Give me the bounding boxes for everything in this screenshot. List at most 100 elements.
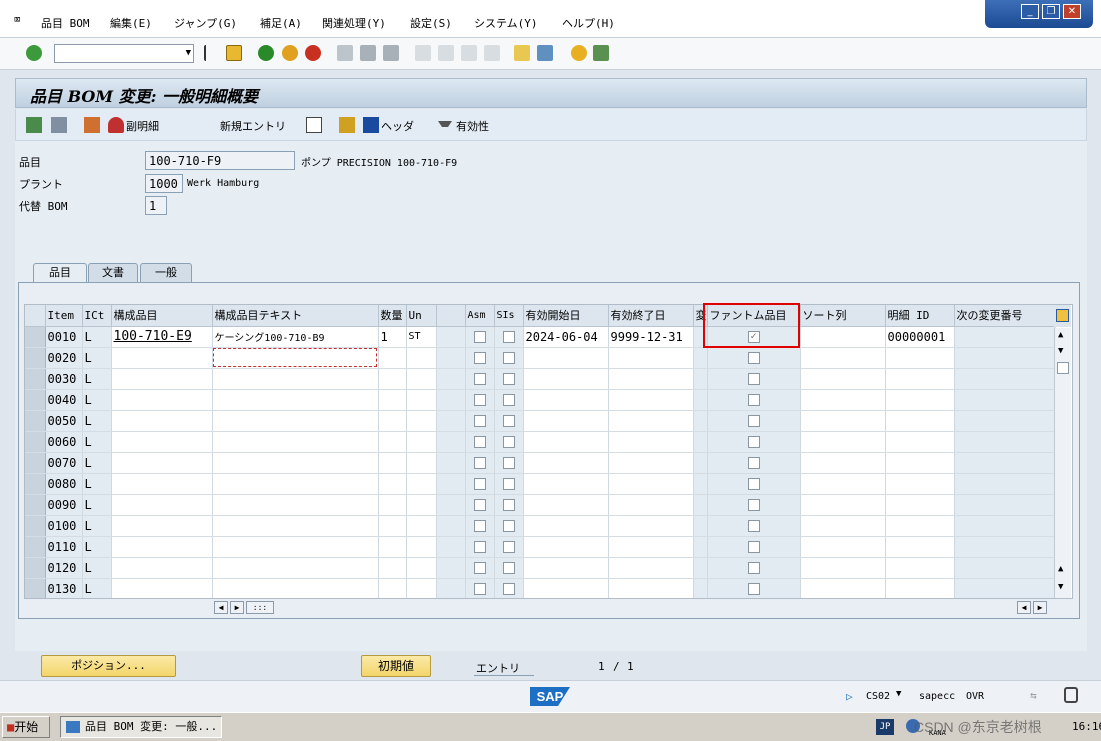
cell-quantity[interactable] bbox=[378, 452, 407, 474]
table-row[interactable]: 0010 L 100-710-E9 ケーシング100-710-B9 1 ST 2024-06… bbox=[25, 326, 1056, 348]
cancel-icon[interactable] bbox=[305, 45, 321, 61]
column-header-ict[interactable]: ICt bbox=[82, 305, 112, 327]
cell-valid-to[interactable] bbox=[608, 536, 694, 558]
previous-page-icon[interactable] bbox=[438, 45, 454, 61]
column-header-sort-string[interactable]: ソート列 bbox=[800, 305, 886, 327]
table-row[interactable]: 0030 L bbox=[25, 368, 1056, 390]
cell-asm[interactable] bbox=[465, 515, 495, 537]
checkbox[interactable] bbox=[473, 457, 486, 469]
scroll-right-icon[interactable]: ▶ bbox=[1033, 601, 1047, 614]
scroll-up-icon[interactable]: ▲ bbox=[1058, 330, 1063, 340]
start-button[interactable]: ■开始 bbox=[2, 716, 50, 738]
cell-component-text[interactable] bbox=[212, 536, 379, 558]
cell-component[interactable] bbox=[111, 578, 213, 598]
phantom-checkbox[interactable] bbox=[747, 520, 760, 532]
minimize-icon[interactable]: _ bbox=[1021, 4, 1039, 19]
cell-quantity[interactable]: 1 bbox=[378, 326, 407, 348]
table-row[interactable]: 0120 L bbox=[25, 557, 1056, 579]
cell-phantom[interactable] bbox=[707, 431, 801, 453]
cell-unit[interactable] bbox=[406, 557, 437, 579]
cell-valid-from[interactable] bbox=[523, 494, 609, 516]
cell-selector[interactable] bbox=[25, 515, 46, 537]
cell-unit[interactable] bbox=[406, 494, 437, 516]
cell-phantom[interactable] bbox=[707, 410, 801, 432]
cell-selector[interactable] bbox=[25, 578, 46, 598]
cell-sort-string[interactable] bbox=[800, 536, 886, 558]
cell-phantom[interactable] bbox=[707, 452, 801, 474]
cell-sis[interactable] bbox=[494, 410, 524, 432]
table-row[interactable]: 0090 L bbox=[25, 494, 1056, 516]
checkbox[interactable] bbox=[473, 394, 486, 406]
phantom-checkbox[interactable] bbox=[747, 352, 760, 364]
checkbox[interactable] bbox=[473, 478, 486, 490]
cell-asm[interactable] bbox=[465, 326, 495, 348]
checkbox[interactable] bbox=[473, 436, 486, 448]
cell-component[interactable] bbox=[111, 410, 213, 432]
cell-component[interactable] bbox=[111, 452, 213, 474]
cell-unit[interactable] bbox=[406, 410, 437, 432]
cell-component[interactable] bbox=[111, 515, 213, 537]
table-row[interactable]: 0040 L bbox=[25, 389, 1056, 411]
exit-icon[interactable] bbox=[282, 45, 298, 61]
cell-unit[interactable] bbox=[406, 431, 437, 453]
column-header-component[interactable]: 構成品目 bbox=[111, 305, 213, 327]
cell-component[interactable] bbox=[111, 368, 213, 390]
menu-item-environment[interactable]: 関連処理(Y) bbox=[322, 15, 386, 31]
help-icon[interactable] bbox=[571, 45, 587, 61]
checkbox[interactable] bbox=[473, 562, 486, 574]
scroll-page-up-icon[interactable]: ▲ bbox=[1058, 564, 1063, 574]
cell-selector[interactable] bbox=[25, 431, 46, 453]
taskbar-window-button[interactable]: 品目 BOM 変更: 一般... bbox=[60, 716, 222, 738]
menu-item-jump[interactable]: ジャンプ(G) bbox=[174, 15, 237, 31]
cell-component-text[interactable] bbox=[212, 494, 379, 516]
detail-icon[interactable] bbox=[51, 117, 67, 133]
column-header-component-text[interactable]: 構成品目テキスト bbox=[212, 305, 379, 327]
menu-icon[interactable]: ⌧ bbox=[14, 13, 21, 26]
table-row[interactable]: 0110 L bbox=[25, 536, 1056, 558]
component-icon[interactable] bbox=[84, 117, 100, 133]
cell-sort-string[interactable] bbox=[800, 368, 886, 390]
cell-asm[interactable] bbox=[465, 557, 495, 579]
phantom-checkbox[interactable] bbox=[747, 415, 760, 427]
cell-quantity[interactable] bbox=[378, 410, 407, 432]
cell-phantom[interactable] bbox=[707, 557, 801, 579]
cell-valid-to[interactable] bbox=[608, 452, 694, 474]
cell-sis[interactable] bbox=[494, 473, 524, 495]
cell-valid-from[interactable] bbox=[523, 557, 609, 579]
cell-valid-to[interactable]: 9999-12-31 bbox=[608, 326, 694, 348]
vertical-scrollbar[interactable]: ▲ ▼ ▲ ▼ bbox=[1054, 328, 1071, 598]
cell-valid-to[interactable] bbox=[608, 347, 694, 369]
cell-unit[interactable]: ST bbox=[406, 326, 437, 348]
table-row[interactable]: 0060 L bbox=[25, 431, 1056, 453]
cell-component-text[interactable] bbox=[212, 578, 379, 598]
menu-item-help[interactable]: ヘルプ(H) bbox=[562, 15, 615, 31]
cell-selector[interactable] bbox=[25, 557, 46, 579]
tcode-dropdown-icon[interactable]: ▼ bbox=[896, 689, 901, 699]
column-header-valid-to[interactable]: 有効終了日 bbox=[608, 305, 694, 327]
cell-quantity[interactable] bbox=[378, 515, 407, 537]
cell-valid-to[interactable] bbox=[608, 368, 694, 390]
chevron-down-icon[interactable]: ▼ bbox=[186, 48, 191, 58]
cell-valid-to[interactable] bbox=[608, 389, 694, 411]
column-header-asm[interactable]: Asm bbox=[465, 305, 495, 327]
cell-quantity[interactable] bbox=[378, 389, 407, 411]
cell-sis[interactable] bbox=[494, 557, 524, 579]
cell-component-text[interactable] bbox=[212, 347, 379, 369]
cell-asm[interactable] bbox=[465, 431, 495, 453]
cell-sort-string[interactable] bbox=[800, 557, 886, 579]
cell-unit[interactable] bbox=[406, 473, 437, 495]
cell-sort-string[interactable] bbox=[800, 494, 886, 516]
phantom-checkbox[interactable] bbox=[747, 541, 760, 553]
cell-unit[interactable] bbox=[406, 578, 437, 598]
scroll-right-icon[interactable]: ▶ bbox=[230, 601, 244, 614]
alt-bom-field[interactable]: 1 bbox=[145, 196, 167, 215]
cell-phantom[interactable] bbox=[707, 494, 801, 516]
phantom-checkbox[interactable] bbox=[747, 457, 760, 469]
cell-sis[interactable] bbox=[494, 536, 524, 558]
cell-item-id[interactable] bbox=[885, 536, 955, 558]
column-header-valid-from[interactable]: 有効開始日 bbox=[523, 305, 609, 327]
column-header-quantity[interactable]: 数量 bbox=[378, 305, 407, 327]
cell-quantity[interactable] bbox=[378, 578, 407, 598]
new-entry-button[interactable]: 新規エントリ bbox=[220, 118, 286, 134]
cell-valid-to[interactable] bbox=[608, 410, 694, 432]
